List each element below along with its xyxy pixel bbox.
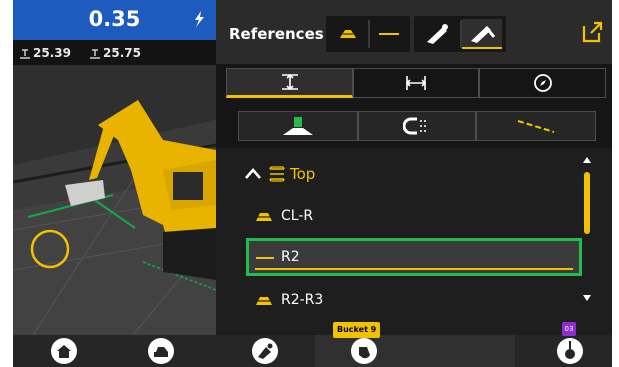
line-button[interactable] <box>372 19 406 49</box>
scroll-down-icon[interactable] <box>582 294 592 302</box>
panel-title: References <box>229 25 324 43</box>
selection-underline <box>255 268 573 270</box>
boom-stick-button[interactable] <box>462 19 502 49</box>
bottom-bar <box>13 335 612 367</box>
lightning-icon <box>195 11 204 27</box>
dashed-line-icon <box>517 120 555 133</box>
reference-surface-icon <box>340 30 356 38</box>
chevron-up-icon <box>245 168 261 179</box>
bucket-icon[interactable] <box>350 337 378 365</box>
external-link-icon[interactable] <box>580 20 604 44</box>
3d-view[interactable]: 0.35 25.39 25.75 <box>13 0 216 335</box>
bucket-slot <box>315 335 515 367</box>
target-dashed-button[interactable] <box>476 111 596 141</box>
references-panel: References Top CL-R R2-R3 R2 <box>216 0 612 335</box>
magnet-line-icon <box>403 117 428 135</box>
reference-name: R2-R3 <box>281 292 324 308</box>
boom-stick-icon <box>471 26 496 43</box>
guidance-readout: 0.35 <box>13 0 216 40</box>
reference-type-toggle <box>326 16 410 52</box>
boom-icon <box>427 24 448 44</box>
tab-horizontal[interactable] <box>353 68 479 98</box>
compass-icon <box>533 74 552 92</box>
layer-name: Top <box>290 165 316 183</box>
reference-line-icon <box>379 33 399 35</box>
bucket-label: Bucket 9 <box>333 322 381 338</box>
home-icon[interactable] <box>50 337 78 365</box>
vertical-distance-icon <box>281 73 298 91</box>
bucket-point-toggle <box>414 16 506 52</box>
tab-compass[interactable] <box>479 68 606 98</box>
elevation-right: 25.75 <box>89 45 141 61</box>
elevation-left-icon <box>20 49 30 59</box>
boom-tool-icon[interactable] <box>251 337 279 365</box>
surface-icon <box>256 213 272 221</box>
elevation-bar: 25.39 25.75 <box>13 40 216 65</box>
list-item-selected[interactable]: R2 <box>246 238 582 276</box>
boom-button[interactable] <box>418 19 458 49</box>
list-item[interactable]: CL-R <box>246 198 582 234</box>
horizontal-distance-icon <box>405 76 427 90</box>
surface-target-icon <box>283 117 313 135</box>
target-magnet-button[interactable] <box>358 111 476 141</box>
elevation-left-value: 25.39 <box>33 46 71 60</box>
operator-icon[interactable] <box>556 337 584 365</box>
list-item[interactable]: R2-R3 <box>246 282 582 318</box>
elevation-right-value: 25.75 <box>103 46 141 60</box>
surface-button[interactable] <box>330 19 366 49</box>
scroll-up-icon[interactable] <box>582 156 592 164</box>
machine-icon[interactable] <box>147 337 175 365</box>
scrollbar-thumb[interactable] <box>584 172 590 234</box>
elevation-left: 25.39 <box>19 45 71 61</box>
surface-icon <box>256 297 272 305</box>
panel-header: References <box>216 0 612 64</box>
target-surface-button[interactable] <box>238 111 358 141</box>
guidance-value: 0.35 <box>88 7 141 31</box>
tab-vertical[interactable] <box>226 68 353 98</box>
elevation-right-icon <box>90 49 100 59</box>
reference-name: CL-R <box>281 208 314 224</box>
badge: 03 <box>562 322 576 336</box>
line-icon <box>256 257 274 259</box>
divider <box>368 20 370 48</box>
layers-icon <box>269 166 285 182</box>
